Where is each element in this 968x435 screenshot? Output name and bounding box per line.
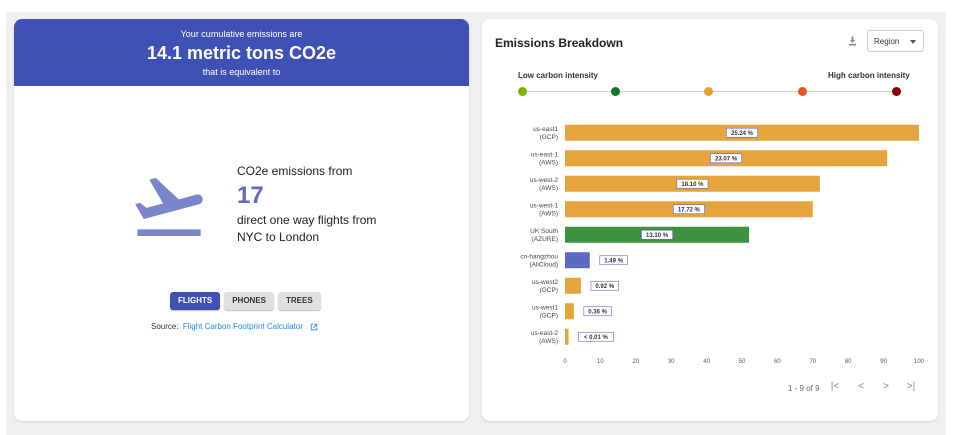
tab-flights[interactable]: FLIGHTS	[170, 292, 221, 310]
bar-value-label: 13.10 %	[646, 233, 669, 239]
equivalency-value: 17	[237, 182, 264, 209]
x-tick-label: 10	[597, 359, 604, 365]
bar-category-sublabel: (AWS)	[539, 210, 558, 217]
bar-category-label: us-west-2	[530, 177, 559, 184]
bar	[565, 277, 581, 294]
bar-category-sublabel: (AWS)	[539, 159, 558, 166]
bar-category-sublabel: (AWS)	[539, 185, 558, 192]
bar-value-label: < 0.01 %	[584, 335, 609, 341]
bar-category-sublabel: (GCP)	[540, 287, 558, 294]
x-tick-label: 30	[668, 359, 675, 365]
bar-value-label: 17.72 %	[678, 207, 701, 213]
bar	[565, 328, 569, 345]
x-tick-label: 0	[563, 359, 567, 365]
x-tick-label: 60	[774, 359, 781, 365]
source-label: Source:	[151, 322, 179, 331]
last-page-icon[interactable]: >|	[905, 381, 917, 393]
source-link[interactable]: Flight Carbon Footprint Calculator	[183, 322, 303, 331]
bar-category-label: cn-hangzhou	[520, 253, 558, 260]
emissions-bar-chart: us-east1(GCP) 25.24 %us-east-1(AWS) 23.07 …	[520, 124, 925, 365]
prev-page-icon[interactable]: <	[855, 381, 867, 393]
external-link-icon[interactable]	[310, 323, 318, 331]
equivalency-suffix: direct one way flights from NYC to Londo…	[237, 213, 377, 244]
bar-category-label: us-west2	[532, 279, 558, 286]
tab-trees[interactable]: TREES	[278, 292, 321, 310]
top-strip	[0, 0, 968, 12]
source-line: Source: Flight Carbon Footprint Calculat…	[151, 322, 318, 331]
first-page-icon[interactable]: |<	[829, 381, 841, 393]
x-tick-label: 90	[880, 359, 887, 365]
tab-phones[interactable]: PHONES	[224, 292, 275, 310]
bar-value-label: 1.49 %	[604, 258, 623, 264]
bar-category-sublabel: (AliCloud)	[529, 261, 558, 268]
bar-category-label: us-west1	[532, 304, 558, 311]
bar-value-label: 0.92 %	[595, 284, 614, 290]
bar-value-label: 0.36 %	[588, 309, 607, 315]
bar-category-sublabel: (GCP)	[540, 312, 558, 319]
bar-category-label: us-east-1	[531, 151, 558, 158]
flight-takeoff-icon	[135, 177, 203, 236]
equivalency-text: CO2e emissions from 17 direct one way fl…	[237, 164, 377, 246]
bar-category-label: UK South	[530, 228, 558, 235]
pagination-range: 1 - 9 of 9	[788, 384, 820, 393]
banner-intro: Your cumulative emissions are	[180, 29, 303, 39]
emissions-banner: Your cumulative emissions are 14.1 metri…	[14, 19, 469, 86]
x-tick-label: 50	[739, 359, 746, 365]
equivalency-prefix: CO2e emissions from	[237, 164, 353, 178]
x-tick-label: 70	[809, 359, 816, 365]
x-tick-label: 20	[632, 359, 639, 365]
emissions-breakdown-card: Emissions Breakdown Region Low carbon in…	[482, 19, 938, 421]
x-tick-label: 80	[845, 359, 852, 365]
bar-category-sublabel: (AWS)	[539, 338, 558, 345]
bar	[565, 303, 574, 320]
equivalency-tabs: FLIGHTS PHONES TREES	[170, 290, 325, 310]
emissions-equivalency-card: Your cumulative emissions are 14.1 metri…	[14, 19, 469, 421]
bar-category-label: us-east-2	[531, 330, 558, 337]
x-tick-label: 40	[703, 359, 710, 365]
x-tick-label: 100	[914, 359, 925, 365]
banner-equivalent-text: that is equivalent to	[202, 67, 281, 77]
bar-value-label: 18.10 %	[681, 182, 704, 188]
bar-value-label: 23.07 %	[715, 156, 738, 162]
bar-category-sublabel: (AZURE)	[532, 236, 558, 243]
banner-total-emissions: 14.1 metric tons CO2e	[146, 43, 337, 63]
bar-value-label: 25.24 %	[731, 131, 754, 137]
bar-category-label: us-east1	[533, 126, 558, 133]
bar-category-sublabel: (GCP)	[540, 134, 558, 141]
bar-category-label: us-west-1	[530, 202, 559, 209]
next-page-icon[interactable]: >	[880, 381, 892, 393]
bar	[565, 252, 590, 269]
